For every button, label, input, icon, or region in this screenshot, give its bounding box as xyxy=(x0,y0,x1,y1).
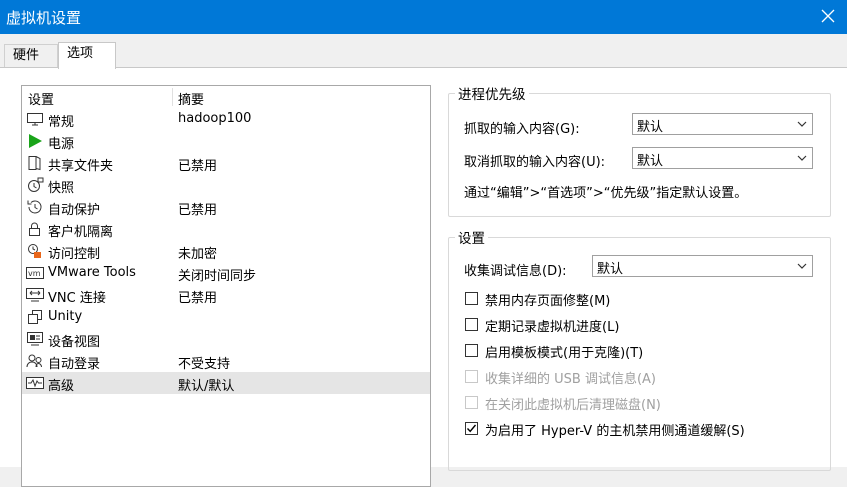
checkbox-box[interactable] xyxy=(465,422,478,435)
list-item-device-view[interactable]: 设备视图 xyxy=(22,328,430,350)
list-item-shared-folders[interactable]: 共享文件夹 已禁用 xyxy=(22,152,430,174)
tab-hardware[interactable]: 硬件 xyxy=(4,44,58,67)
checkbox-box[interactable] xyxy=(465,292,478,305)
priority-legend: 进程优先级 xyxy=(455,83,529,103)
chevron-down-icon xyxy=(797,121,807,127)
vm-icon: vm xyxy=(26,267,44,279)
debug-info-select[interactable]: 默认 xyxy=(592,255,813,277)
grabbed-input-label: 抓取的输入内容(G): xyxy=(464,122,580,137)
debug-info-label: 收集调试信息(D): xyxy=(464,264,567,279)
options-pane: 设置 摘要 常规 hadoop100 电源 共享文件夹 已禁用 快照 自动保护 xyxy=(0,67,847,487)
close-button[interactable] xyxy=(815,4,841,28)
grabbed-input-select[interactable]: 默认 xyxy=(632,113,813,135)
snapshot-icon xyxy=(28,177,44,192)
access-control-icon xyxy=(28,244,41,258)
unity-icon xyxy=(28,310,42,324)
chevron-down-icon xyxy=(797,155,807,161)
window-title: 虚拟机设置 xyxy=(6,9,82,27)
title-bar: 虚拟机设置 xyxy=(0,0,847,34)
settings-legend: 设置 xyxy=(455,227,488,247)
column-divider[interactable] xyxy=(172,88,173,106)
list-item-unity[interactable]: Unity xyxy=(22,306,430,328)
column-header-summary[interactable]: 摘要 xyxy=(178,89,204,108)
checkbox-box xyxy=(465,396,478,409)
shared-folder-icon xyxy=(28,156,41,171)
advanced-icon xyxy=(26,377,44,389)
list-item-autologin[interactable]: 自动登录 不受支持 xyxy=(22,350,430,372)
checkmark-icon xyxy=(466,424,477,433)
list-item-general[interactable]: 常规 hadoop100 xyxy=(22,108,430,130)
list-header: 设置 摘要 xyxy=(22,86,430,108)
tab-strip: 硬件 选项 xyxy=(0,34,847,69)
list-item-vnc[interactable]: VNC 连接 已禁用 xyxy=(22,284,430,306)
list-item-isolation[interactable]: 客户机隔离 xyxy=(22,218,430,240)
ungrabbed-input-select[interactable]: 默认 xyxy=(632,147,813,169)
svg-text:vm: vm xyxy=(28,269,41,278)
lock-icon xyxy=(29,222,40,236)
priority-hint: 通过“编辑”>“首选项”>“优先级”指定默认设置。 xyxy=(464,186,748,201)
vnc-icon xyxy=(26,288,44,302)
list-item-vmware-tools[interactable]: vm VMware Tools 关闭时间同步 xyxy=(22,262,430,284)
priority-group: 进程优先级 抓取的输入内容(G): 默认 取消抓取的输入内容(U): 默认 通过… xyxy=(448,83,831,217)
list-item-snapshots[interactable]: 快照 xyxy=(22,174,430,196)
list-item-access-control[interactable]: 访问控制 未加密 xyxy=(22,240,430,262)
users-icon xyxy=(26,354,42,368)
checkbox-box[interactable] xyxy=(465,318,478,331)
monitor-icon xyxy=(27,113,43,126)
settings-list[interactable]: 设置 摘要 常规 hadoop100 电源 共享文件夹 已禁用 快照 自动保护 xyxy=(21,85,431,487)
column-header-setting[interactable]: 设置 xyxy=(28,89,54,108)
tab-options[interactable]: 选项 xyxy=(58,42,116,69)
play-icon xyxy=(29,134,42,148)
chevron-down-icon xyxy=(797,263,807,269)
device-view-icon xyxy=(27,332,43,346)
checkbox-box[interactable] xyxy=(465,344,478,357)
list-item-advanced[interactable]: 高级 默认/默认 xyxy=(22,372,430,394)
list-item-power[interactable]: 电源 xyxy=(22,130,430,152)
list-item-autoprotect[interactable]: 自动保护 已禁用 xyxy=(22,196,430,218)
ungrabbed-input-label: 取消抓取的输入内容(U): xyxy=(464,155,606,170)
autoprotect-icon xyxy=(27,200,42,214)
settings-group: 设置 收集调试信息(D): 默认 禁用内存页面修整(M) 定期记录虚拟机进度(L… xyxy=(448,227,831,471)
settings-checkbox-list: 禁用内存页面修整(M) 定期记录虚拟机进度(L) 启用模板模式(用于克隆)(T)… xyxy=(465,290,825,450)
checkbox-box xyxy=(465,370,478,383)
close-icon xyxy=(821,9,835,23)
